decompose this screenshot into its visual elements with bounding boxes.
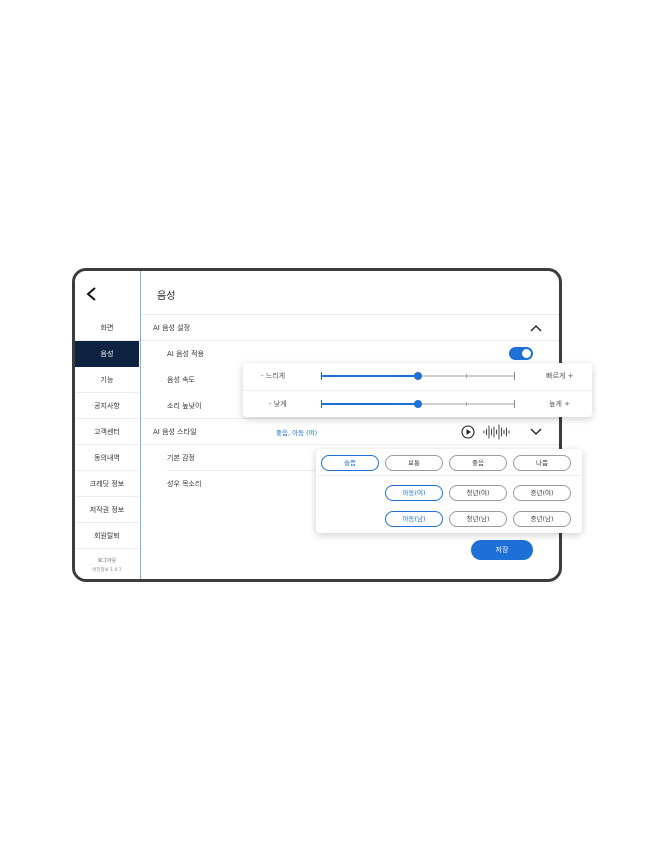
chevron-down-icon[interactable] [530,428,542,436]
waveform-icon [483,424,510,440]
sidebar-item-copyright[interactable]: 저작권 정보 [75,497,139,523]
toggle-knob [522,349,531,358]
sidebar-footer: 로그아웃 버전정보 1.0.7 [75,557,139,573]
sidebar-item-consents[interactable]: 동의내역 [75,445,139,471]
emotion-chip-bad[interactable]: 나쁨 [513,455,571,471]
male-voice-row: 아동(남) 청년(남) 중년(남) [316,505,582,532]
voice-speed-label: 음성 속도 [167,376,195,384]
sidebar-item-display[interactable]: 화면 [75,315,139,341]
speed-slider-thumb[interactable] [414,372,422,380]
voice-chip-child-female[interactable]: 아동(여) [385,485,443,501]
voice-chip-middle-male[interactable]: 중년(남) [513,511,571,527]
pitch-slider-track[interactable] [321,400,515,408]
speed-faster-label: 빠르게 + [546,372,574,380]
pitch-slider-row: - 낮게 높게 + [243,390,592,416]
emotion-chip-sad[interactable]: 슬픔 [321,455,379,471]
default-emotion-label: 기본 감정 [167,454,195,462]
ai-voice-settings-row[interactable]: AI 음성 설정 [141,315,559,341]
speed-slower-label: - 느리게 [261,372,286,380]
voice-chip-child-male[interactable]: 아동(남) [385,511,443,527]
track-mid-tick [466,402,467,406]
sidebar-item-voice[interactable]: 음성 [75,341,139,367]
sidebar-item-credits[interactable]: 크레딧 정보 [75,471,139,497]
tablet-frame: 화면 음성 기능 공지사항 고객센터 동의내역 크레딧 정보 저작권 정보 회원… [72,268,562,582]
emotion-chip-row: 슬픔 보통 좋음 나쁨 [316,449,582,476]
save-button[interactable]: 저장 [471,540,533,560]
speed-slider-track[interactable] [321,372,515,380]
track-end-tick [514,372,515,380]
logout-link[interactable]: 로그아웃 [75,557,139,564]
chevron-up-icon[interactable] [530,324,542,332]
nav-list: 화면 음성 기능 공지사항 고객센터 동의내역 크레딧 정보 저작권 정보 회원… [75,315,139,549]
voice-pitch-label: 소리 높낮이 [167,402,202,410]
track-end-tick [514,400,515,408]
emotion-chip-normal[interactable]: 보통 [385,455,443,471]
play-icon[interactable] [461,425,475,439]
voice-actor-label: 성우 목소리 [167,480,202,488]
sidebar-item-withdraw[interactable]: 회원탈퇴 [75,523,139,549]
emotion-chip-good[interactable]: 좋음 [449,455,507,471]
back-arrow-icon[interactable] [83,285,101,303]
pitch-higher-label: 높게 + [549,400,570,408]
female-voice-row: 아동(여) 청년(여) 중년(여) [316,479,582,506]
ai-voice-style-value: 좋음, 아동 (여) [276,429,318,437]
voice-chip-youth-female[interactable]: 청년(여) [449,485,507,501]
ai-voice-style-row[interactable]: AI 음성 스타일 좋음, 아동 (여) [141,419,559,445]
slider-panel: - 느리게 빠르게 + - 낮게 높게 + [243,363,592,417]
ai-voice-settings-label: AI 음성 설정 [153,324,191,332]
track-start-tick [321,372,322,380]
track-mid-tick [466,374,467,378]
speed-slider-row: - 느리게 빠르게 + [243,363,592,389]
ai-voice-apply-label: AI 음성 적용 [167,350,205,358]
pitch-lower-label: - 낮게 [269,400,287,408]
voice-style-panel: 슬픔 보통 좋음 나쁨 아동(여) 청년(여) 중년(여) 아동(남) 청년(남… [316,449,582,533]
sidebar-item-features[interactable]: 기능 [75,367,139,393]
speed-slider-fill [322,375,418,377]
pitch-slider-fill [322,403,418,405]
voice-chip-middle-female[interactable]: 중년(여) [513,485,571,501]
page-title: 음성 [157,291,176,302]
sidebar: 화면 음성 기능 공지사항 고객센터 동의내역 크레딧 정보 저작권 정보 회원… [75,271,141,579]
version-info: 버전정보 1.0.7 [92,568,122,573]
sidebar-item-notices[interactable]: 공지사항 [75,393,139,419]
pitch-slider-thumb[interactable] [414,400,422,408]
ai-voice-apply-toggle[interactable] [509,347,533,360]
ai-voice-style-label: AI 음성 스타일 [153,428,197,436]
sidebar-item-support[interactable]: 고객센터 [75,419,139,445]
track-start-tick [321,400,322,408]
voice-chip-youth-male[interactable]: 청년(남) [449,511,507,527]
